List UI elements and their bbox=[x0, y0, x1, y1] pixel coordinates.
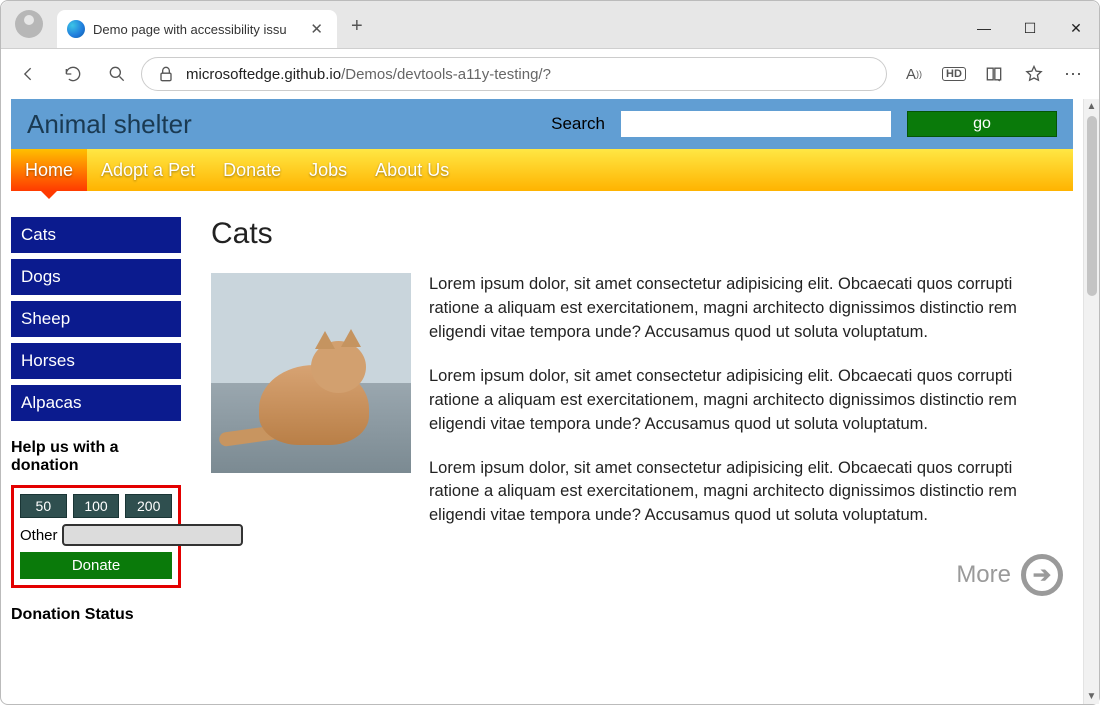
paragraph: Lorem ipsum dolor, sit amet consectetur … bbox=[429, 365, 1063, 437]
window-minimize-button[interactable]: — bbox=[961, 8, 1007, 48]
search-button[interactable] bbox=[97, 54, 137, 94]
donate-other-label: Other bbox=[20, 527, 58, 544]
nav-home[interactable]: Home bbox=[11, 149, 87, 191]
url-host: microsoftedge.github.io bbox=[186, 66, 341, 83]
donate-100-button[interactable]: 100 bbox=[73, 494, 120, 518]
favorite-icon[interactable] bbox=[1017, 57, 1051, 91]
donate-form: 50 100 200 Other Donate bbox=[11, 485, 181, 588]
scroll-up-icon[interactable]: ▲ bbox=[1087, 99, 1097, 114]
more-link[interactable]: More ➔ bbox=[211, 554, 1063, 596]
edge-icon bbox=[67, 20, 85, 38]
nav-about[interactable]: About Us bbox=[361, 149, 463, 191]
main-content: Cats Lorem ipsum dolor, sit amet consect… bbox=[211, 217, 1073, 634]
sidebar-link-dogs[interactable]: Dogs bbox=[11, 259, 181, 295]
search-input[interactable] bbox=[621, 111, 891, 137]
search-label: Search bbox=[551, 114, 605, 134]
tab-close-button[interactable]: ✕ bbox=[306, 20, 327, 38]
vertical-scrollbar[interactable]: ▲ ▼ bbox=[1083, 99, 1099, 704]
site-header: Animal shelter Search go bbox=[11, 99, 1073, 149]
scroll-thumb[interactable] bbox=[1087, 116, 1097, 296]
sidebar: Cats Dogs Sheep Horses Alpacas Help us w… bbox=[11, 217, 181, 634]
hd-icon[interactable]: HD bbox=[937, 57, 971, 91]
profile-icon[interactable] bbox=[15, 10, 43, 38]
donate-submit-button[interactable]: Donate bbox=[20, 552, 172, 579]
site-title: Animal shelter bbox=[27, 109, 192, 140]
donate-heading: Help us with a donation bbox=[11, 439, 181, 475]
lock-icon bbox=[156, 64, 176, 84]
reading-mode-icon[interactable] bbox=[977, 57, 1011, 91]
nav-adopt[interactable]: Adopt a Pet bbox=[87, 149, 209, 191]
sidebar-link-cats[interactable]: Cats bbox=[11, 217, 181, 253]
donate-200-button[interactable]: 200 bbox=[125, 494, 172, 518]
donation-status-heading: Donation Status bbox=[11, 606, 181, 624]
browser-toolbar: microsoftedge.github.io/Demos/devtools-a… bbox=[1, 49, 1099, 99]
sidebar-link-sheep[interactable]: Sheep bbox=[11, 301, 181, 337]
more-menu-button[interactable]: ⋯ bbox=[1057, 57, 1091, 91]
page-heading: Cats bbox=[211, 217, 1063, 251]
main-nav: Home Adopt a Pet Donate Jobs About Us bbox=[11, 149, 1073, 191]
browser-titlebar: Demo page with accessibility issu ✕ + — … bbox=[1, 1, 1099, 49]
read-aloud-icon[interactable]: A)) bbox=[897, 57, 931, 91]
scroll-down-icon[interactable]: ▼ bbox=[1087, 689, 1097, 704]
url-path: /Demos/devtools-a11y-testing/? bbox=[341, 66, 551, 83]
search-go-button[interactable]: go bbox=[907, 111, 1057, 137]
sidebar-link-alpacas[interactable]: Alpacas bbox=[11, 385, 181, 421]
browser-tab[interactable]: Demo page with accessibility issu ✕ bbox=[57, 10, 337, 48]
tab-title: Demo page with accessibility issu bbox=[93, 22, 298, 37]
arrow-right-icon: ➔ bbox=[1021, 554, 1063, 596]
window-maximize-button[interactable]: ☐ bbox=[1007, 8, 1053, 48]
paragraph: Lorem ipsum dolor, sit amet consectetur … bbox=[429, 273, 1063, 345]
new-tab-button[interactable]: + bbox=[351, 15, 363, 38]
cat-image bbox=[211, 273, 411, 473]
refresh-button[interactable] bbox=[53, 54, 93, 94]
sidebar-link-horses[interactable]: Horses bbox=[11, 343, 181, 379]
address-bar[interactable]: microsoftedge.github.io/Demos/devtools-a… bbox=[141, 57, 887, 91]
back-button[interactable] bbox=[9, 54, 49, 94]
more-label: More bbox=[956, 561, 1011, 589]
nav-donate[interactable]: Donate bbox=[209, 149, 295, 191]
paragraph: Lorem ipsum dolor, sit amet consectetur … bbox=[429, 457, 1063, 529]
window-close-button[interactable]: ✕ bbox=[1053, 8, 1099, 48]
nav-jobs[interactable]: Jobs bbox=[295, 149, 361, 191]
donate-50-button[interactable]: 50 bbox=[20, 494, 67, 518]
